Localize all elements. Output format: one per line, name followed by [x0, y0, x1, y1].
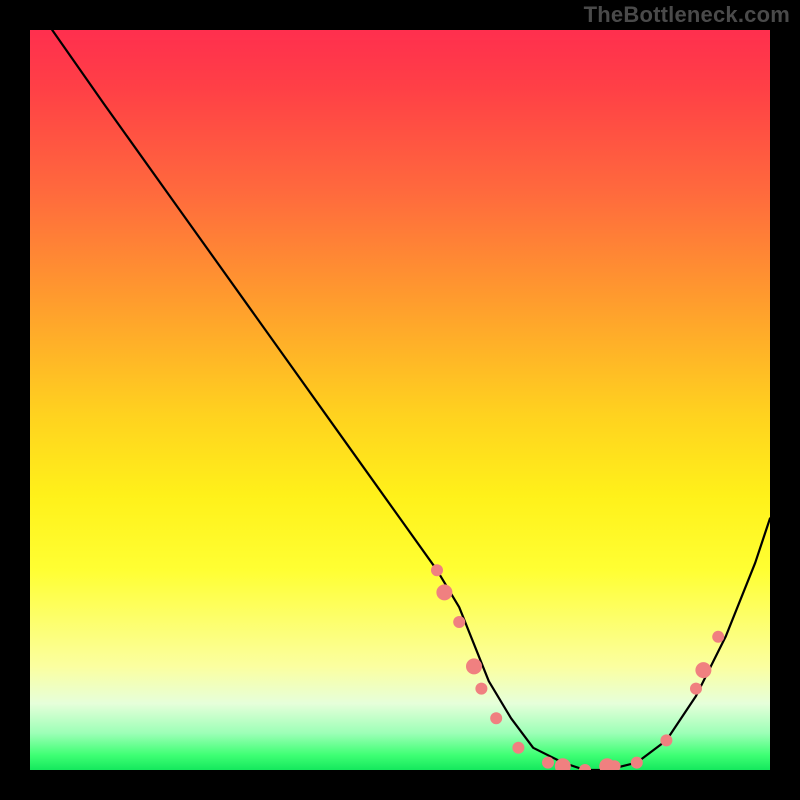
data-marker	[660, 734, 672, 746]
data-marker	[631, 757, 643, 769]
watermark-text: TheBottleneck.com	[584, 2, 790, 28]
data-marker	[542, 757, 554, 769]
data-marker	[512, 742, 524, 754]
data-marker	[690, 683, 702, 695]
data-marker	[453, 616, 465, 628]
data-marker	[431, 564, 443, 576]
data-marker	[695, 662, 711, 678]
data-marker	[579, 764, 591, 770]
data-marker	[712, 631, 724, 643]
data-marker	[466, 658, 482, 674]
chart-container: TheBottleneck.com	[0, 0, 800, 800]
data-marker	[475, 683, 487, 695]
data-marker	[490, 712, 502, 724]
curve-overlay	[30, 30, 770, 770]
data-marker	[436, 584, 452, 600]
plot-area	[30, 30, 770, 770]
bottleneck-curve	[52, 30, 770, 770]
